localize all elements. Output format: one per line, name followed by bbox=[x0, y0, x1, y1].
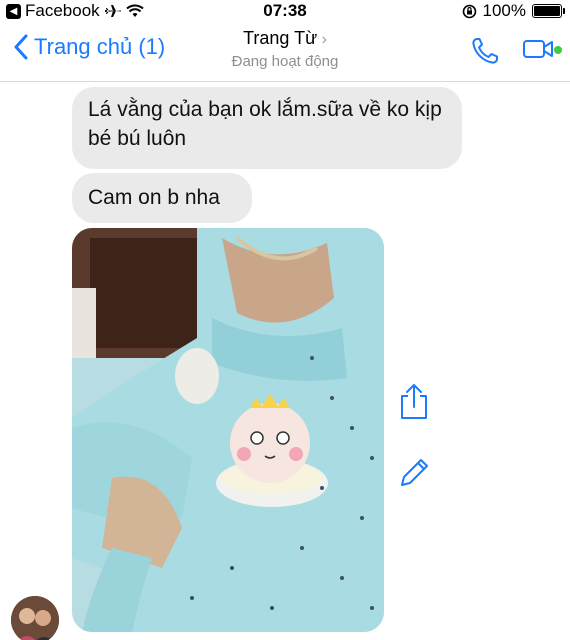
edit-button[interactable] bbox=[396, 455, 432, 496]
rotation-lock-icon bbox=[462, 4, 476, 18]
phone-icon[interactable] bbox=[470, 36, 500, 66]
contact-name: Trang Từ bbox=[243, 28, 318, 48]
photo-message[interactable] bbox=[72, 228, 384, 632]
conversation-header: Trang chủ (1) Trang Từ › Đang hoạt động bbox=[0, 22, 570, 82]
share-icon bbox=[401, 384, 427, 419]
video-camera-icon bbox=[523, 39, 553, 58]
share-button[interactable] bbox=[396, 383, 432, 426]
online-indicator bbox=[554, 45, 562, 54]
video-call-button[interactable] bbox=[522, 37, 562, 66]
avatar[interactable] bbox=[11, 596, 59, 640]
avatar-image bbox=[11, 596, 59, 640]
battery-icon bbox=[532, 4, 565, 18]
photo-image bbox=[72, 228, 384, 632]
message-bubble[interactable]: Cam on b nha bbox=[72, 173, 252, 223]
pencil-icon bbox=[401, 459, 428, 486]
chevron-right-icon: › bbox=[321, 31, 327, 48]
message-bubble[interactable]: Lá vằng của bạn ok lắm.sữa về ko kịp bé … bbox=[72, 87, 462, 169]
battery-percent: 100% bbox=[482, 1, 526, 20]
status-bar: ◀ Facebook 07:38 100% bbox=[0, 0, 570, 22]
